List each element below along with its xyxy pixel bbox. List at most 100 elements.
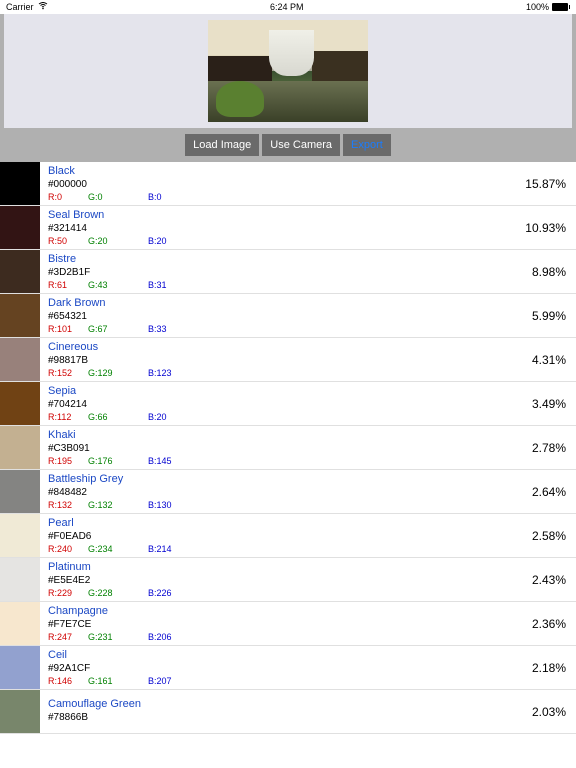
status-left: Carrier bbox=[6, 2, 48, 12]
load-image-button[interactable]: Load Image bbox=[185, 134, 259, 156]
color-name: Bistre bbox=[48, 253, 570, 265]
g-value: G:228 bbox=[88, 588, 148, 598]
color-row[interactable]: Dark Brown#654321R:101G:67B:335.99% bbox=[0, 294, 576, 338]
color-name: Platinum bbox=[48, 561, 570, 573]
color-swatch bbox=[0, 338, 40, 381]
g-value: G:66 bbox=[88, 412, 148, 422]
color-hex: #848482 bbox=[48, 487, 570, 498]
g-value: G:231 bbox=[88, 632, 148, 642]
color-swatch bbox=[0, 250, 40, 293]
color-name: Pearl bbox=[48, 517, 570, 529]
color-info: Khaki#C3B091R:195G:176B:145 bbox=[40, 426, 576, 469]
b-value: B:145 bbox=[148, 456, 172, 466]
color-name: Dark Brown bbox=[48, 297, 570, 309]
color-rgb: R:61G:43B:31 bbox=[48, 280, 570, 290]
color-name: Seal Brown bbox=[48, 209, 570, 221]
color-percent: 2.43% bbox=[532, 573, 566, 587]
color-rgb: R:195G:176B:145 bbox=[48, 456, 570, 466]
b-value: B:226 bbox=[148, 588, 172, 598]
g-value: G:0 bbox=[88, 192, 148, 202]
g-value: G:161 bbox=[88, 676, 148, 686]
g-value: G:176 bbox=[88, 456, 148, 466]
color-rgb: R:101G:67B:33 bbox=[48, 324, 570, 334]
g-value: G:67 bbox=[88, 324, 148, 334]
color-rgb: R:112G:66B:20 bbox=[48, 412, 570, 422]
r-value: R:247 bbox=[48, 632, 88, 642]
color-percent: 10.93% bbox=[525, 221, 566, 235]
button-row: Load Image Use Camera Export bbox=[4, 134, 572, 156]
color-name: Camouflage Green bbox=[48, 698, 570, 710]
preview-image[interactable] bbox=[208, 20, 368, 122]
color-rgb: R:152G:129B:123 bbox=[48, 368, 570, 378]
b-value: B:130 bbox=[148, 500, 172, 510]
color-swatch bbox=[0, 470, 40, 513]
color-row[interactable]: Cinereous #98817B R:152G:129B:1234.31% bbox=[0, 338, 576, 382]
r-value: R:112 bbox=[48, 412, 88, 422]
color-percent: 2.18% bbox=[532, 661, 566, 675]
color-row[interactable]: Ceil#92A1CFR:146G:161B:2072.18% bbox=[0, 646, 576, 690]
use-camera-button[interactable]: Use Camera bbox=[262, 134, 340, 156]
color-swatch bbox=[0, 206, 40, 249]
color-percent: 5.99% bbox=[532, 309, 566, 323]
color-hex: #704214 bbox=[48, 399, 570, 410]
color-info: Champagne#F7E7CER:247G:231B:206 bbox=[40, 602, 576, 645]
color-hex: #3D2B1F bbox=[48, 267, 570, 278]
color-percent: 2.78% bbox=[532, 441, 566, 455]
image-preview-area bbox=[4, 14, 572, 128]
color-swatch bbox=[0, 690, 40, 733]
g-value: G:20 bbox=[88, 236, 148, 246]
color-percent: 15.87% bbox=[525, 177, 566, 191]
color-row[interactable]: Battleship Grey#848482R:132G:132B:1302.6… bbox=[0, 470, 576, 514]
battery-icon bbox=[552, 3, 570, 11]
color-row[interactable]: Bistre#3D2B1FR:61G:43B:318.98% bbox=[0, 250, 576, 294]
color-row[interactable]: Seal Brown#321414R:50G:20B:2010.93% bbox=[0, 206, 576, 250]
export-button[interactable]: Export bbox=[343, 134, 391, 156]
b-value: B:123 bbox=[148, 368, 172, 378]
color-percent: 2.58% bbox=[532, 529, 566, 543]
b-value: B:33 bbox=[148, 324, 167, 334]
color-hex: #98817B bbox=[48, 355, 570, 366]
color-info: Pearl #F0EAD6 R:240G:234B:214 bbox=[40, 514, 576, 557]
color-swatch bbox=[0, 426, 40, 469]
r-value: R:132 bbox=[48, 500, 88, 510]
color-rgb: R:146G:161B:207 bbox=[48, 676, 570, 686]
carrier-label: Carrier bbox=[6, 2, 34, 12]
wifi-icon bbox=[38, 2, 48, 12]
battery-label: 100% bbox=[526, 2, 549, 12]
r-value: R:229 bbox=[48, 588, 88, 598]
color-row[interactable]: Black#000000R:0G:0B:015.87% bbox=[0, 162, 576, 206]
color-swatch bbox=[0, 162, 40, 205]
color-name: Black bbox=[48, 165, 570, 177]
color-name: Cinereous bbox=[48, 341, 570, 353]
color-swatch bbox=[0, 294, 40, 337]
color-row[interactable]: Champagne#F7E7CER:247G:231B:2062.36% bbox=[0, 602, 576, 646]
color-info: Platinum#E5E4E2R:229G:228B:226 bbox=[40, 558, 576, 601]
color-hex: #F7E7CE bbox=[48, 619, 570, 630]
color-rgb: R:229G:228B:226 bbox=[48, 588, 570, 598]
top-panel: Load Image Use Camera Export bbox=[0, 14, 576, 162]
color-info: Cinereous #98817B R:152G:129B:123 bbox=[40, 338, 576, 381]
color-row[interactable]: Sepia#704214R:112G:66B:203.49% bbox=[0, 382, 576, 426]
b-value: B:20 bbox=[148, 236, 167, 246]
color-list[interactable]: Black#000000R:0G:0B:015.87%Seal Brown#32… bbox=[0, 162, 576, 734]
color-swatch bbox=[0, 514, 40, 557]
color-name: Sepia bbox=[48, 385, 570, 397]
color-hex: #F0EAD6 bbox=[48, 531, 570, 542]
b-value: B:31 bbox=[148, 280, 167, 290]
color-row[interactable]: Pearl #F0EAD6 R:240G:234B:2142.58% bbox=[0, 514, 576, 558]
color-row[interactable]: Khaki#C3B091R:195G:176B:1452.78% bbox=[0, 426, 576, 470]
g-value: G:234 bbox=[88, 544, 148, 554]
r-value: R:101 bbox=[48, 324, 88, 334]
color-row[interactable]: Camouflage Green#78866B2.03% bbox=[0, 690, 576, 734]
color-info: Dark Brown#654321R:101G:67B:33 bbox=[40, 294, 576, 337]
color-percent: 4.31% bbox=[532, 353, 566, 367]
color-info: Bistre #3D2B1F R:61G:43B:31 bbox=[40, 250, 576, 293]
color-name: Battleship Grey bbox=[48, 473, 570, 485]
r-value: R:61 bbox=[48, 280, 88, 290]
color-row[interactable]: Platinum#E5E4E2R:229G:228B:2262.43% bbox=[0, 558, 576, 602]
b-value: B:214 bbox=[148, 544, 172, 554]
r-value: R:152 bbox=[48, 368, 88, 378]
status-bar: Carrier 6:24 PM 100% bbox=[0, 0, 576, 14]
color-swatch bbox=[0, 382, 40, 425]
color-rgb: R:240G:234B:214 bbox=[48, 544, 570, 554]
